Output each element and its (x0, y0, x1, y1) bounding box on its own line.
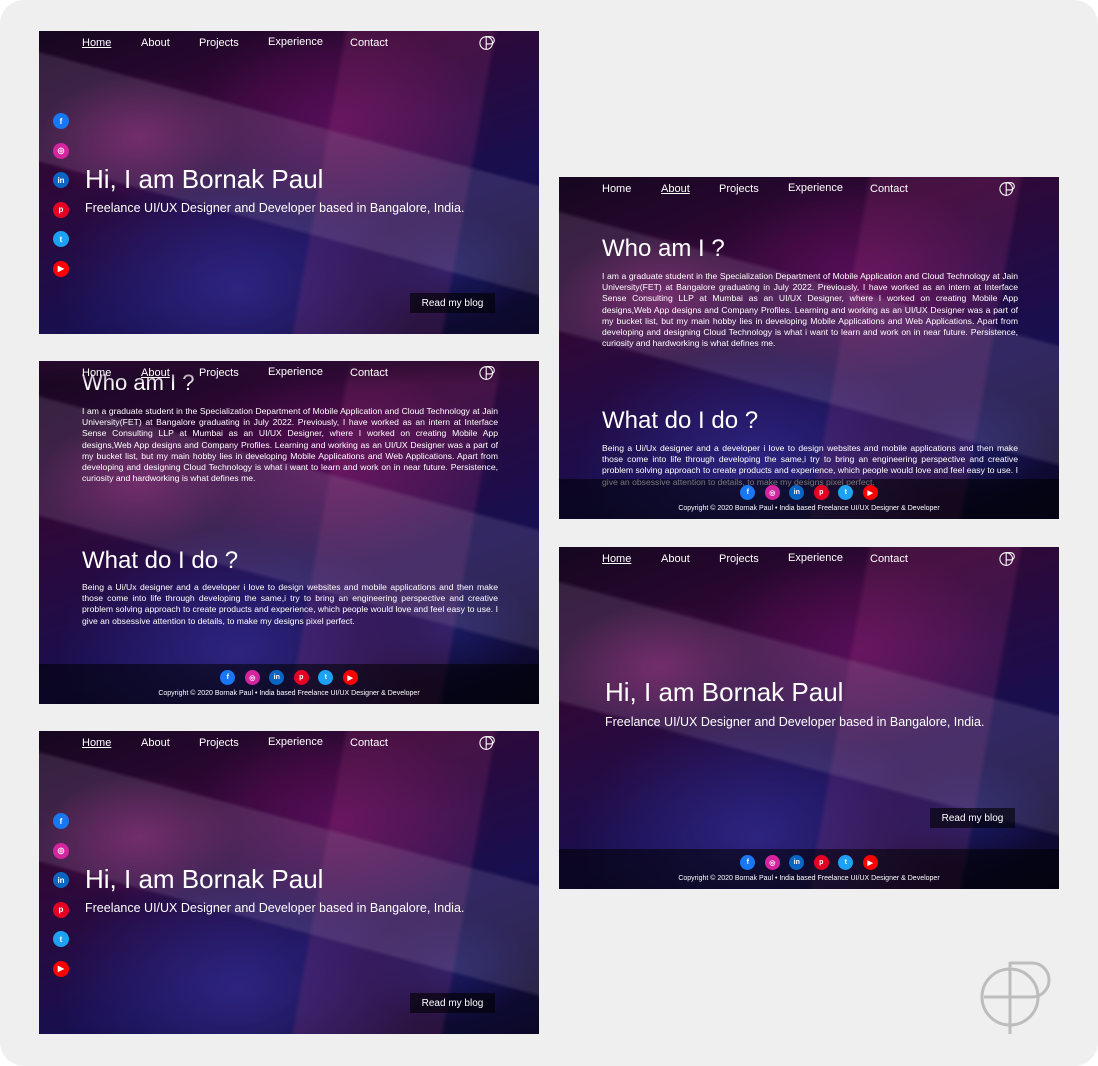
instagram-icon[interactable]: ◎ (764, 855, 780, 870)
nav-bar: Home About Projects Experience Contact (39, 361, 539, 385)
nav-experience[interactable]: Experience (268, 366, 323, 378)
footer: f ◎ in p t ▶ Copyright © 2020 Bornak Pau… (39, 664, 539, 704)
footer-social: f ◎ in p t ▶ (39, 670, 539, 685)
youtube-icon[interactable]: ▶ (53, 260, 69, 277)
youtube-icon[interactable]: ▶ (53, 960, 69, 977)
bp-logo-icon[interactable] (479, 34, 497, 52)
linkedin-icon[interactable]: in (53, 872, 69, 888)
nav-about[interactable]: About (141, 37, 170, 49)
nav-projects[interactable]: Projects (199, 367, 239, 379)
pinterest-icon[interactable]: p (813, 485, 829, 500)
nav-experience[interactable]: Experience (268, 36, 323, 48)
artboard-canvas: Home About Projects Experience Contact f… (0, 0, 1098, 1066)
nav-about[interactable]: About (661, 553, 690, 565)
copyright-text: Copyright © 2020 Bornak Paul • India bas… (678, 875, 940, 882)
what-paragraph: Being a Ui/Ux designer and a developer i… (82, 582, 498, 626)
social-sidebar: f ◎ in p t ▶ (53, 113, 69, 290)
facebook-icon[interactable]: f (53, 813, 69, 829)
nav-contact[interactable]: Contact (350, 737, 388, 749)
nav-experience[interactable]: Experience (788, 552, 843, 564)
bp-logo-icon[interactable] (999, 180, 1017, 198)
facebook-icon[interactable]: f (53, 113, 69, 129)
instagram-icon[interactable]: ◎ (53, 142, 69, 159)
hero-title: Hi, I am Bornak Paul (85, 864, 324, 894)
bp-logo-icon[interactable] (999, 550, 1017, 568)
frame-about: Home About Projects Experience Contact W… (559, 177, 1059, 519)
facebook-icon[interactable]: f (220, 670, 236, 685)
footer: f ◎ in p t ▶ Copyright © 2020 Bornak Pau… (559, 479, 1059, 519)
nav-bar: Home About Projects Experience Contact (39, 731, 539, 755)
linkedin-icon[interactable]: in (789, 485, 805, 500)
bp-logo-large-icon (980, 961, 1051, 1034)
hero-title: Hi, I am Bornak Paul (605, 677, 844, 707)
nav-home[interactable]: Home (602, 553, 631, 565)
linkedin-icon[interactable]: in (269, 670, 285, 685)
nav-home[interactable]: Home (82, 367, 111, 379)
instagram-icon[interactable]: ◎ (53, 842, 69, 859)
hero-subtitle: Freelance UI/UX Designer and Developer b… (85, 201, 465, 215)
footer-social: f ◎ in p t ▶ (559, 855, 1059, 870)
nav-bar: Home About Projects Experience Contact (39, 31, 539, 55)
linkedin-icon[interactable]: in (789, 855, 805, 870)
footer: f ◎ in p t ▶ Copyright © 2020 Bornak Pau… (559, 849, 1059, 889)
twitter-icon[interactable]: t (53, 931, 69, 947)
pinterest-icon[interactable]: p (293, 670, 309, 685)
pinterest-icon[interactable]: p (53, 201, 69, 218)
bp-logo-icon[interactable] (479, 364, 497, 382)
read-blog-button[interactable]: Read my blog (930, 808, 1015, 828)
twitter-icon[interactable]: t (53, 231, 69, 247)
nav-experience[interactable]: Experience (788, 182, 843, 194)
nav-projects[interactable]: Projects (199, 37, 239, 49)
nav-bar: Home About Projects Experience Contact (559, 547, 1059, 571)
pinterest-icon[interactable]: p (53, 901, 69, 918)
frame-home-1: Home About Projects Experience Contact f… (39, 31, 539, 334)
footer-social: f ◎ in p t ▶ (559, 485, 1059, 500)
copyright-text: Copyright © 2020 Bornak Paul • India bas… (678, 505, 940, 512)
read-blog-button[interactable]: Read my blog (410, 293, 495, 313)
nav-about[interactable]: About (141, 737, 170, 749)
frame-home-footer: Home About Projects Experience Contact H… (559, 547, 1059, 889)
who-paragraph: I am a graduate student in the Specializ… (602, 271, 1018, 349)
what-title: What do I do ? (82, 547, 239, 574)
nav-bar: Home About Projects Experience Contact (559, 177, 1059, 201)
nav-home[interactable]: Home (82, 37, 111, 49)
nav-experience[interactable]: Experience (268, 736, 323, 748)
nav-home[interactable]: Home (82, 737, 111, 749)
facebook-icon[interactable]: f (740, 855, 756, 870)
youtube-icon[interactable]: ▶ (862, 855, 878, 870)
nav-contact[interactable]: Contact (350, 37, 388, 49)
instagram-icon[interactable]: ◎ (244, 670, 260, 685)
youtube-icon[interactable]: ▶ (342, 670, 358, 685)
twitter-icon[interactable]: t (838, 855, 854, 870)
copyright-text: Copyright © 2020 Bornak Paul • India bas… (158, 690, 420, 697)
social-sidebar: f ◎ in p t ▶ (53, 813, 69, 990)
nav-contact[interactable]: Contact (870, 183, 908, 195)
who-paragraph: I am a graduate student in the Specializ… (82, 406, 498, 484)
nav-projects[interactable]: Projects (199, 737, 239, 749)
bp-logo-icon[interactable] (479, 734, 497, 752)
instagram-icon[interactable]: ◎ (764, 485, 780, 500)
facebook-icon[interactable]: f (740, 485, 756, 500)
nav-contact[interactable]: Contact (350, 367, 388, 379)
nav-home[interactable]: Home (602, 183, 631, 195)
nav-projects[interactable]: Projects (719, 553, 759, 565)
pinterest-icon[interactable]: p (813, 855, 829, 870)
read-blog-button[interactable]: Read my blog (410, 993, 495, 1013)
frame-about-scrolled: Who am I ? Home About Projects Experienc… (39, 361, 539, 704)
hero-title: Hi, I am Bornak Paul (85, 164, 324, 194)
frame-home-2: Home About Projects Experience Contact f… (39, 731, 539, 1034)
nav-about[interactable]: About (661, 183, 690, 195)
nav-contact[interactable]: Contact (870, 553, 908, 565)
twitter-icon[interactable]: t (318, 670, 334, 685)
linkedin-icon[interactable]: in (53, 172, 69, 188)
nav-projects[interactable]: Projects (719, 183, 759, 195)
nav-about[interactable]: About (141, 367, 170, 379)
hero-subtitle: Freelance UI/UX Designer and Developer b… (85, 901, 465, 915)
youtube-icon[interactable]: ▶ (862, 485, 878, 500)
twitter-icon[interactable]: t (838, 485, 854, 500)
who-title: Who am I ? (602, 235, 725, 262)
hero-subtitle: Freelance UI/UX Designer and Developer b… (605, 715, 985, 729)
what-title: What do I do ? (602, 407, 759, 434)
